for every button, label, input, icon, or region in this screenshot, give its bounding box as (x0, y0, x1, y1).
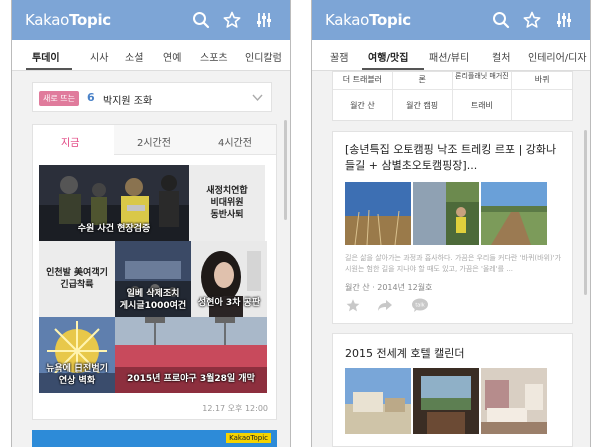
tab-interior-design[interactable]: 인테리어/디자 (528, 49, 587, 64)
magazine-item[interactable]: 월간 캠핑 (393, 90, 453, 120)
news-tile-1-title: 수원 사건 현장검증 (77, 224, 151, 234)
photo-hotel-view (413, 368, 479, 434)
search-icon[interactable] (492, 11, 510, 29)
category-tabs: 투데이 시사 소셜 연예 스포츠 인디칼럼 (12, 40, 290, 71)
tab-today[interactable]: 투데이 (32, 49, 60, 64)
trending-bar[interactable]: 새로 뜨는 6 박지원 조화 (32, 82, 272, 112)
tab-sports[interactable]: 스포츠 (200, 49, 228, 64)
tab-culture[interactable]: 컬처 (492, 49, 510, 64)
article-2-photo-3[interactable] (481, 368, 547, 434)
magazine-item[interactable]: 바퀴 (512, 72, 572, 90)
tab-social[interactable]: 소셜 (125, 49, 143, 64)
photo-hotel-room (481, 368, 547, 434)
kakaotalk-icon[interactable]: talk (411, 298, 429, 313)
article-1-photo-1[interactable] (345, 182, 411, 245)
photo-hotel-exterior (345, 368, 411, 434)
trending-rank: 6 (87, 91, 95, 104)
news-tile-5-title: 성현아 3차 공판 (197, 298, 261, 308)
article-2-title: 2015 전세계 호텔 캘린더 (345, 347, 465, 360)
svg-text:talk: talk (415, 303, 424, 309)
search-icon[interactable] (192, 11, 210, 29)
article-1-photo-2[interactable] (413, 182, 479, 245)
news-tile-2[interactable]: 새정치연합 비대위원 동반사퇴 (189, 165, 265, 241)
news-tile-3[interactable]: 인천발 美여객기 긴급착륙 (39, 241, 115, 317)
scrollbar[interactable] (584, 130, 587, 295)
app-logo[interactable]: KakaoTopic (25, 11, 111, 29)
tab-current-affairs[interactable]: 시사 (90, 49, 108, 64)
article-card-2[interactable]: 2015 전세계 호텔 캘린더 (332, 333, 573, 447)
tab-fun[interactable]: 꿀잼 (330, 49, 348, 64)
news-tile-1[interactable]: 수원 사건 현장검증 (39, 165, 189, 241)
magazine-grid: 더 트래블러 론 론리플래닛 매거진 바퀴 월간 산 월간 캠핑 트래비 (332, 71, 573, 121)
settings-sliders-icon[interactable] (555, 11, 573, 29)
share-icon[interactable] (377, 299, 393, 312)
news-tile-7-title: 2015년 프로야구 3월28일 개막 (127, 374, 255, 384)
magazine-item[interactable]: 월간 산 (333, 90, 393, 120)
category-tabs: 꿀잼 여행/맛집 패션/뷰티 컬처 인테리어/디자 (312, 40, 590, 71)
app-logo[interactable]: KakaoTopic (325, 11, 411, 29)
tab-travel-food[interactable]: 여행/맛집 (368, 49, 408, 64)
trending-badge: 새로 뜨는 (39, 91, 79, 106)
news-tile-7[interactable]: 2015년 프로야구 3월28일 개막 (115, 317, 267, 393)
photo-hikers (413, 182, 479, 245)
time-tab-now[interactable]: 지금 (61, 134, 79, 149)
magazine-item[interactable]: 론리플래닛 매거진 (452, 72, 513, 90)
photo-boardwalk (481, 182, 547, 245)
news-timestamp: 12.17 오후 12:00 (202, 404, 268, 413)
news-tile-4-title: 일베 삭제조치 게시글1000여건 (119, 289, 187, 311)
article-1-excerpt: 길은 삶을 살아가는 과정과 흡사하다. 가끔은 우리들 커다란 '바퀴(바위)… (345, 254, 562, 273)
settings-sliders-icon[interactable] (255, 11, 273, 29)
chevron-down-icon[interactable] (252, 94, 263, 102)
magazine-item[interactable]: 더 트래블러 (333, 72, 393, 90)
tab-fashion-beauty[interactable]: 패션/뷰티 (429, 49, 469, 64)
article-2-photo-2[interactable] (413, 368, 479, 434)
banner[interactable]: KakaoTopic (32, 430, 277, 447)
active-tab-indicator (26, 68, 72, 70)
news-tile-5[interactable]: 성현아 3차 공판 (191, 241, 267, 317)
phone-screen-left: KakaoTopic 투데이 시사 소셜 연예 스포츠 인디칼럼 새로 뜨는 6… (11, 0, 291, 447)
star-icon[interactable] (223, 11, 241, 29)
article-1-title: [송년특집 오토캠핑 낙조 트레킹 르포 | 강화나들길 + 삼별초오토캠핑장]… (345, 143, 557, 172)
magazine-item[interactable]: 트래비 (453, 90, 513, 120)
app-bar: KakaoTopic (312, 0, 590, 40)
tab-entertainment[interactable]: 연예 (163, 49, 181, 64)
star-icon[interactable] (523, 11, 541, 29)
magazine-item (512, 90, 572, 120)
phone-screen-right: KakaoTopic 꿀잼 여행/맛집 패션/뷰티 컬처 인테리어/디자 더 트… (311, 0, 591, 447)
photo-reeds-sky (345, 182, 411, 245)
news-tile-6[interactable]: 뉴욕에 日전범기 연상 벽화 (39, 317, 115, 393)
time-tab-4h[interactable]: 4시간전 (218, 134, 252, 149)
banner-logo: KakaoTopic (226, 433, 271, 443)
time-tabs: 지금 2시간전 4시간전 (33, 125, 276, 155)
magazine-item[interactable]: 론 (392, 72, 453, 90)
magazine-grid-inner: 더 트래블러 론 론리플래닛 매거진 바퀴 월간 산 월간 캠핑 트래비 (333, 72, 572, 120)
active-tab-indicator (362, 68, 424, 70)
star-icon[interactable] (345, 298, 361, 313)
news-panel: 지금 2시간전 4시간전 수원 사건 현장검증 새정치연합 비대위원 동반사퇴 … (32, 124, 277, 420)
news-tile-4[interactable]: 일베 삭제조치 게시글1000여건 (115, 241, 191, 317)
tab-indie-column[interactable]: 인디칼럼 (245, 49, 282, 64)
time-tab-2h[interactable]: 2시간전 (137, 134, 171, 149)
article-2-photo-1[interactable] (345, 368, 411, 434)
article-1-meta: 월간 산 · 2014년 12월호 (345, 283, 433, 292)
scrollbar[interactable] (284, 120, 287, 220)
trending-keyword: 박지원 조화 (103, 96, 153, 107)
news-tile-6-title: 뉴욕에 日전범기 연상 벽화 (46, 364, 108, 386)
article-1-photo-3[interactable] (481, 182, 547, 245)
app-bar: KakaoTopic (12, 0, 290, 40)
article-card-1[interactable]: [송년특집 오토캠핑 낙조 트레킹 르포 | 강화나들길 + 삼별초오토캠핑장]… (332, 131, 573, 324)
